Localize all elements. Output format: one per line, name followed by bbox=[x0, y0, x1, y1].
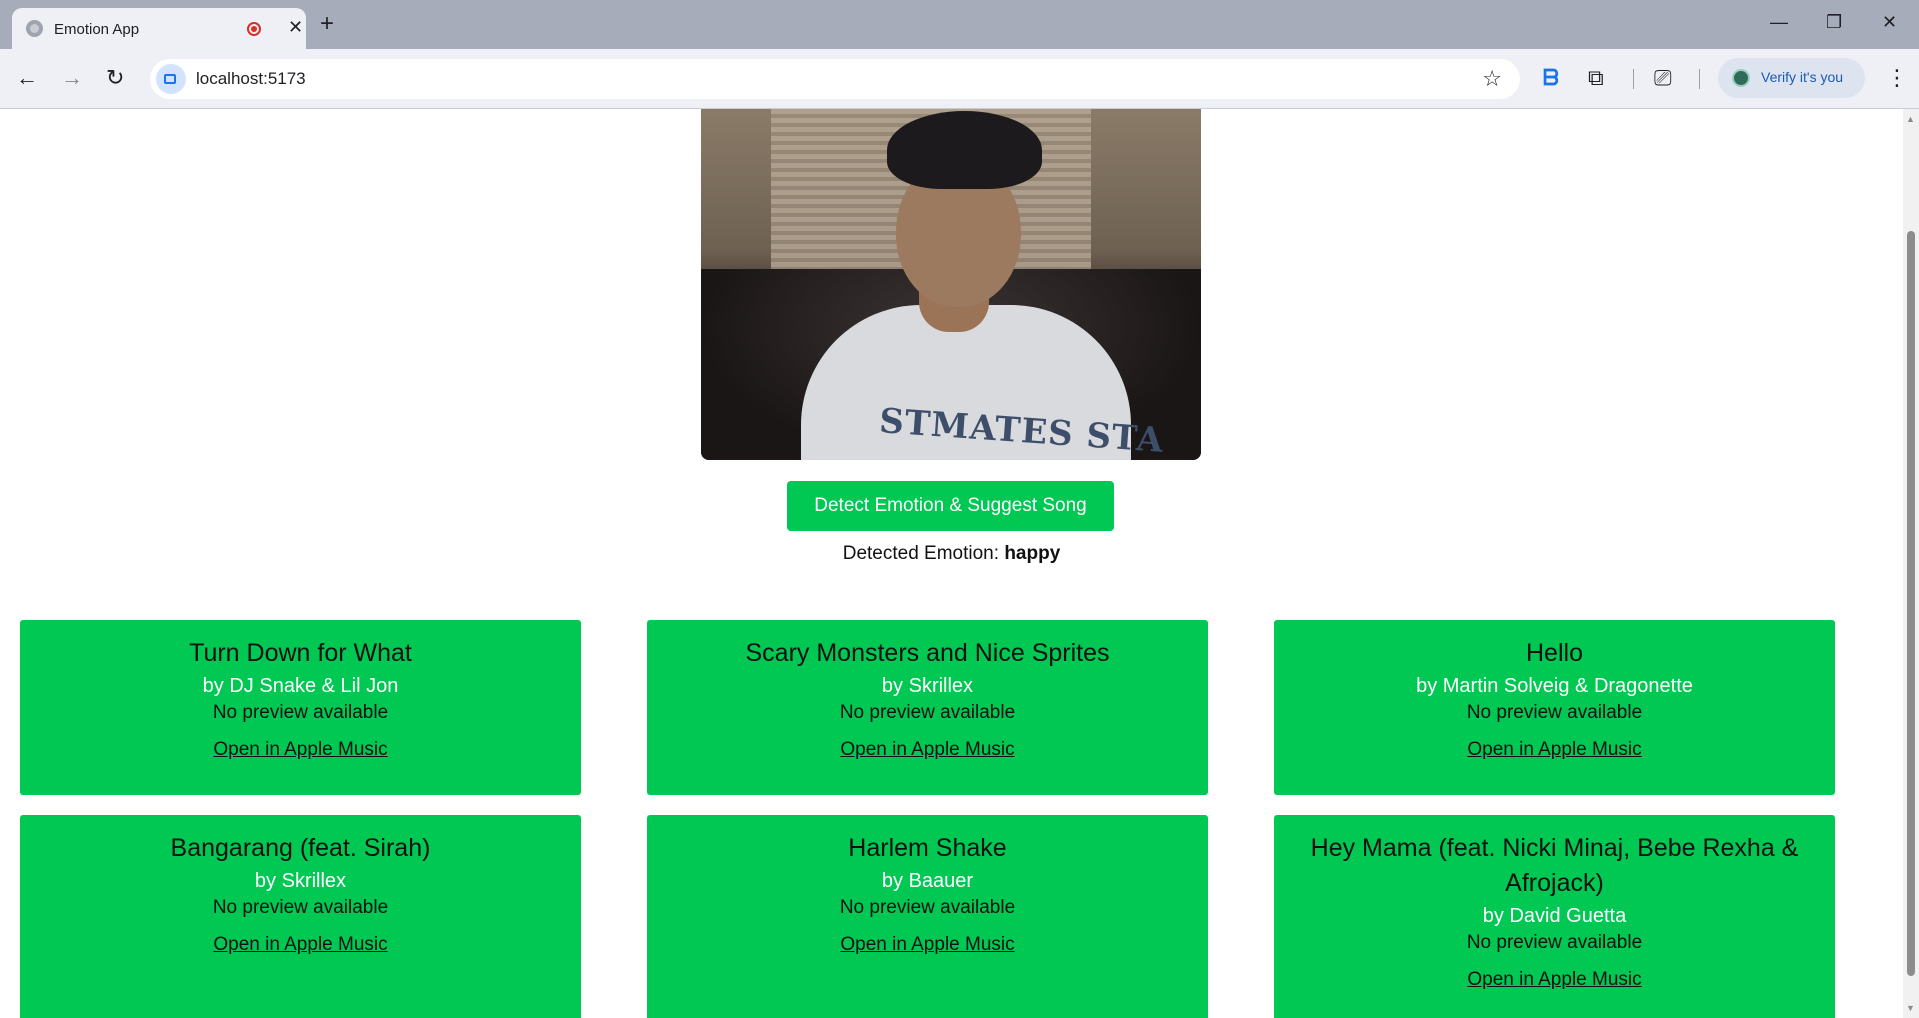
profile-label: Verify it's you bbox=[1761, 69, 1844, 85]
page-viewport: STMATES STA Detect Emotion & Suggest Son… bbox=[0, 109, 1903, 1018]
song-artist: by Skrillex bbox=[881, 675, 974, 697]
profile-button[interactable]: Verify it's you bbox=[1718, 58, 1865, 98]
browser-tab-strip: Emotion App ✕ + — ❐ ✕ bbox=[0, 0, 1919, 49]
song-card: Hello by Martin Solveig & Dragonette No … bbox=[1274, 620, 1835, 795]
page-scrollbar[interactable]: ▲ ▼ bbox=[1903, 109, 1919, 1018]
song-card: Bangarang (feat. Sirah) by Skrillex No p… bbox=[20, 815, 581, 1018]
apple-music-link[interactable]: Open in Apple Music bbox=[1467, 737, 1641, 763]
recording-icon[interactable] bbox=[247, 22, 261, 36]
address-bar[interactable]: localhost:5173 ☆ bbox=[150, 59, 1520, 99]
browser-tab[interactable]: Emotion App ✕ bbox=[12, 8, 306, 49]
song-card: Scary Monsters and Nice Sprites by Skril… bbox=[647, 620, 1208, 795]
song-title: Hey Mama (feat. Nicki Minaj, Bebe Rexha … bbox=[1310, 834, 1799, 897]
bookmark-star-icon[interactable]: ☆ bbox=[1482, 66, 1502, 92]
browser-toolbar: ← → ↻ localhost:5173 ☆ ᗷ ⧉ ⎚ Verify it's… bbox=[0, 49, 1919, 109]
screen-search-icon[interactable]: ⎚ bbox=[1654, 63, 1672, 93]
site-info-icon[interactable] bbox=[156, 64, 186, 94]
url-text[interactable]: localhost:5173 bbox=[196, 69, 306, 89]
toolbar-divider bbox=[1633, 69, 1634, 89]
scroll-down-icon[interactable]: ▼ bbox=[1906, 1003, 1915, 1013]
apple-music-link[interactable]: Open in Apple Music bbox=[213, 932, 387, 958]
song-preview-status: No preview available bbox=[1466, 702, 1643, 723]
apple-music-link[interactable]: Open in Apple Music bbox=[840, 737, 1014, 763]
apple-music-link[interactable]: Open in Apple Music bbox=[840, 932, 1014, 958]
emotion-label: Detected Emotion: bbox=[842, 543, 1000, 564]
detected-emotion: Detected Emotion: happy bbox=[0, 543, 1903, 565]
scroll-up-icon[interactable]: ▲ bbox=[1906, 114, 1915, 124]
toolbar-divider bbox=[1699, 69, 1700, 89]
song-card: Harlem Shake by Baauer No preview availa… bbox=[647, 815, 1208, 1018]
song-artist: by Skrillex bbox=[254, 870, 347, 892]
minimize-icon[interactable]: — bbox=[1770, 10, 1788, 34]
song-preview-status: No preview available bbox=[839, 702, 1016, 723]
avatar bbox=[1732, 69, 1750, 87]
extensions-puzzle-icon[interactable]: ⧉ bbox=[1588, 63, 1604, 93]
globe-icon bbox=[26, 20, 43, 37]
song-title: Turn Down for What bbox=[189, 639, 412, 667]
forward-icon[interactable]: → bbox=[61, 64, 83, 92]
song-artist: by Baauer bbox=[881, 870, 974, 892]
menu-kebab-icon[interactable]: ⋮ bbox=[1886, 63, 1908, 93]
apple-music-link[interactable]: Open in Apple Music bbox=[1467, 967, 1641, 993]
emotion-value: happy bbox=[1004, 543, 1061, 564]
restore-icon[interactable]: ❐ bbox=[1826, 10, 1842, 34]
detect-emotion-button[interactable]: Detect Emotion & Suggest Song bbox=[787, 481, 1114, 531]
song-card: Turn Down for What by DJ Snake & Lil Jon… bbox=[20, 620, 581, 795]
back-icon[interactable]: ← bbox=[16, 64, 38, 92]
song-title: Harlem Shake bbox=[848, 834, 1007, 862]
close-tab-icon[interactable]: ✕ bbox=[288, 17, 303, 37]
song-artist: by David Guetta bbox=[1482, 905, 1627, 927]
song-preview-status: No preview available bbox=[212, 702, 389, 723]
close-window-icon[interactable]: ✕ bbox=[1882, 10, 1897, 34]
song-artist: by DJ Snake & Lil Jon bbox=[202, 675, 399, 697]
tab-title: Emotion App bbox=[54, 21, 140, 38]
song-preview-status: No preview available bbox=[212, 897, 389, 918]
scrollbar-thumb[interactable] bbox=[1907, 231, 1915, 976]
song-title: Scary Monsters and Nice Sprites bbox=[745, 639, 1110, 667]
song-title: Bangarang (feat. Sirah) bbox=[170, 834, 431, 862]
reload-icon[interactable]: ↻ bbox=[106, 64, 124, 92]
new-tab-icon[interactable]: + bbox=[320, 10, 334, 38]
song-preview-status: No preview available bbox=[1466, 932, 1643, 953]
song-artist: by Martin Solveig & Dragonette bbox=[1416, 675, 1693, 697]
song-title: Hello bbox=[1526, 639, 1583, 667]
song-card: Hey Mama (feat. Nicki Minaj, Bebe Rexha … bbox=[1274, 815, 1835, 1018]
apple-music-link[interactable]: Open in Apple Music bbox=[213, 737, 387, 763]
webcam-hair bbox=[887, 111, 1042, 189]
extension-icon[interactable]: ᗷ bbox=[1543, 63, 1559, 93]
webcam-feed: STMATES STA bbox=[701, 109, 1201, 460]
song-preview-status: No preview available bbox=[839, 897, 1016, 918]
